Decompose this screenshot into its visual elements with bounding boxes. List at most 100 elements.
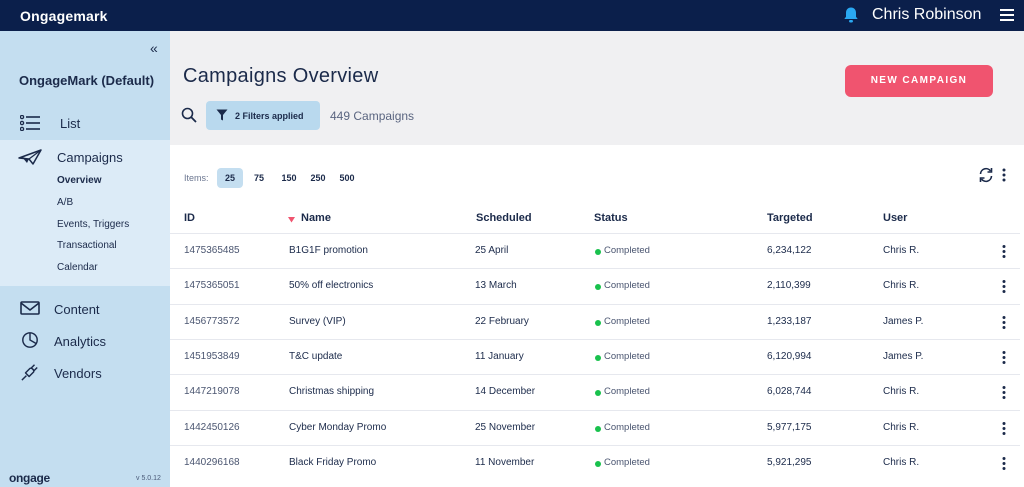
filters-label: 2 Filters applied <box>235 111 304 121</box>
sidebar-item-campaigns[interactable]: Campaigns Overview A/B Events, Triggers … <box>0 140 170 286</box>
hamburger-icon[interactable] <box>1000 9 1014 22</box>
cell-id: 1451953849 <box>184 350 240 362</box>
sort-desc-icon[interactable] <box>288 216 295 223</box>
new-campaign-button[interactable]: NEW CAMPAIGN <box>845 65 993 97</box>
cell-status: Completed <box>604 350 650 362</box>
cell-status: Completed <box>604 245 650 256</box>
status-dot-icon <box>595 284 601 291</box>
row-kebab-icon[interactable] <box>1001 350 1007 365</box>
cell-user: Chris R. <box>883 456 920 468</box>
row-kebab-icon[interactable] <box>1001 315 1007 330</box>
page-header: Campaigns Overview NEW CAMPAIGN 2 Filter… <box>170 31 1024 145</box>
cell-user: Chris R. <box>883 245 920 256</box>
cell-name[interactable]: T&C update <box>289 351 342 362</box>
plug-icon <box>21 364 38 381</box>
cell-status: Completed <box>604 280 650 292</box>
sidebar-item-vendors[interactable]: Vendors <box>0 357 170 387</box>
cell-user: Chris R. <box>883 421 920 433</box>
cell-user: James P. <box>883 315 924 327</box>
status-dot-icon <box>595 390 601 397</box>
cell-scheduled: 25 April <box>475 245 509 256</box>
version-label: v 5.0.12 <box>136 475 161 482</box>
cell-name[interactable]: Black Friday Promo <box>289 457 376 468</box>
column-header-name[interactable]: Name <box>301 212 331 224</box>
list-icon <box>20 115 40 131</box>
cell-targeted: 6,234,122 <box>767 245 812 256</box>
refresh-icon[interactable] <box>978 167 994 183</box>
cell-id: 1475365485 <box>184 245 240 256</box>
table-row[interactable]: 1475365051 50% off electronics 13 March Com… <box>170 268 1020 303</box>
ongage-logo: ongage <box>9 471 50 485</box>
sidebar-item-label: Vendors <box>54 366 102 381</box>
kebab-icon[interactable] <box>1001 168 1007 182</box>
row-kebab-icon[interactable] <box>1001 244 1007 259</box>
cell-id: 1440296168 <box>184 456 240 468</box>
cell-id: 1456773572 <box>184 315 240 327</box>
sidebar-subitem-ab[interactable]: A/B <box>57 197 73 208</box>
page-size-500[interactable]: 500 <box>334 168 360 188</box>
cell-id: 1475365051 <box>184 280 240 292</box>
column-header-targeted[interactable]: Targeted <box>767 212 813 224</box>
row-kebab-icon[interactable] <box>1001 421 1007 436</box>
column-header-scheduled[interactable]: Scheduled <box>476 212 532 224</box>
table-row[interactable]: 1456773572 Survey (VIP) 22 February Complet… <box>170 303 1020 339</box>
table-row[interactable]: 1440296168 Black Friday Promo 11 November C… <box>170 444 1020 480</box>
sidebar-item-list[interactable]: List <box>0 107 170 141</box>
cell-name[interactable]: Cyber Monday Promo <box>289 422 386 433</box>
sidebar-item-label: List <box>60 116 81 131</box>
sidebar-item-analytics[interactable]: Analytics <box>0 325 170 355</box>
cell-scheduled: 13 March <box>475 280 517 292</box>
status-dot-icon <box>595 319 601 326</box>
row-kebab-icon[interactable] <box>1001 456 1007 471</box>
cell-targeted: 6,120,994 <box>767 350 812 362</box>
cell-status: Completed <box>604 386 650 398</box>
app-brand[interactable]: Ongagemark <box>20 8 108 24</box>
cell-scheduled: 11 November <box>475 456 535 468</box>
column-header-status[interactable]: Status <box>594 212 628 224</box>
sidebar: « OngageMark (Default) List Campaigns Ov… <box>0 31 170 487</box>
top-bar: Ongagemark Chris Robinson <box>0 0 1024 31</box>
cell-name[interactable]: B1G1F promotion <box>289 245 368 256</box>
cell-targeted: 5,977,175 <box>767 421 812 433</box>
user-name[interactable]: Chris Robinson <box>872 6 981 24</box>
items-label: Items: <box>184 173 209 183</box>
cell-targeted: 2,110,399 <box>767 280 811 292</box>
row-kebab-icon[interactable] <box>1001 279 1007 294</box>
page-size-75[interactable]: 75 <box>248 168 270 188</box>
cell-name[interactable]: Christmas shipping <box>289 386 374 397</box>
sidebar-item-label: Content <box>54 302 100 317</box>
table-row[interactable]: 1447219078 Christmas shipping 14 December C… <box>170 374 1020 409</box>
page-size-150[interactable]: 150 <box>276 168 302 188</box>
search-icon[interactable] <box>181 107 197 123</box>
row-kebab-icon[interactable] <box>1001 385 1007 400</box>
page-size-25[interactable]: 25 <box>217 168 243 188</box>
cell-scheduled: 22 February <box>475 315 529 327</box>
cell-user: Chris R. <box>883 280 920 292</box>
sidebar-subitem-transactional[interactable]: Transactional <box>57 240 117 251</box>
page-size-250[interactable]: 250 <box>305 168 331 188</box>
cell-scheduled: 25 November <box>475 421 536 433</box>
account-name[interactable]: OngageMark (Default) <box>19 73 154 88</box>
table-row[interactable]: 1442450126 Cyber Monday Promo 25 November C… <box>170 409 1020 445</box>
sidebar-item-content[interactable]: Content <box>0 293 170 323</box>
sidebar-item-label: Analytics <box>54 334 107 349</box>
table-row[interactable]: 1475365485 B1G1F promotion 25 April Complet… <box>170 233 1020 268</box>
status-dot-icon <box>595 425 601 432</box>
cell-name[interactable]: 50% off electronics <box>289 280 373 291</box>
collapse-sidebar-icon[interactable]: « <box>150 40 158 56</box>
sidebar-subitem-events-triggers[interactable]: Events, Triggers <box>57 219 129 230</box>
bell-icon[interactable] <box>842 6 860 24</box>
cell-status: Completed <box>604 315 650 327</box>
status-dot-icon <box>595 460 601 467</box>
status-dot-icon <box>595 249 601 255</box>
column-header-id[interactable]: ID <box>184 212 195 224</box>
sidebar-item-label: Campaigns <box>57 150 123 165</box>
cell-targeted: 1,233,187 <box>767 315 812 327</box>
filters-button[interactable]: 2 Filters applied <box>206 101 320 130</box>
cell-name[interactable]: Survey (VIP) <box>289 316 346 327</box>
column-header-user[interactable]: User <box>883 212 907 224</box>
sidebar-subitem-calendar[interactable]: Calendar <box>57 262 98 273</box>
sidebar-subitem-overview[interactable]: Overview <box>57 175 101 186</box>
table-row[interactable]: 1451953849 T&C update 11 January Completed 6… <box>170 338 1020 374</box>
cell-user: Chris R. <box>883 386 920 398</box>
